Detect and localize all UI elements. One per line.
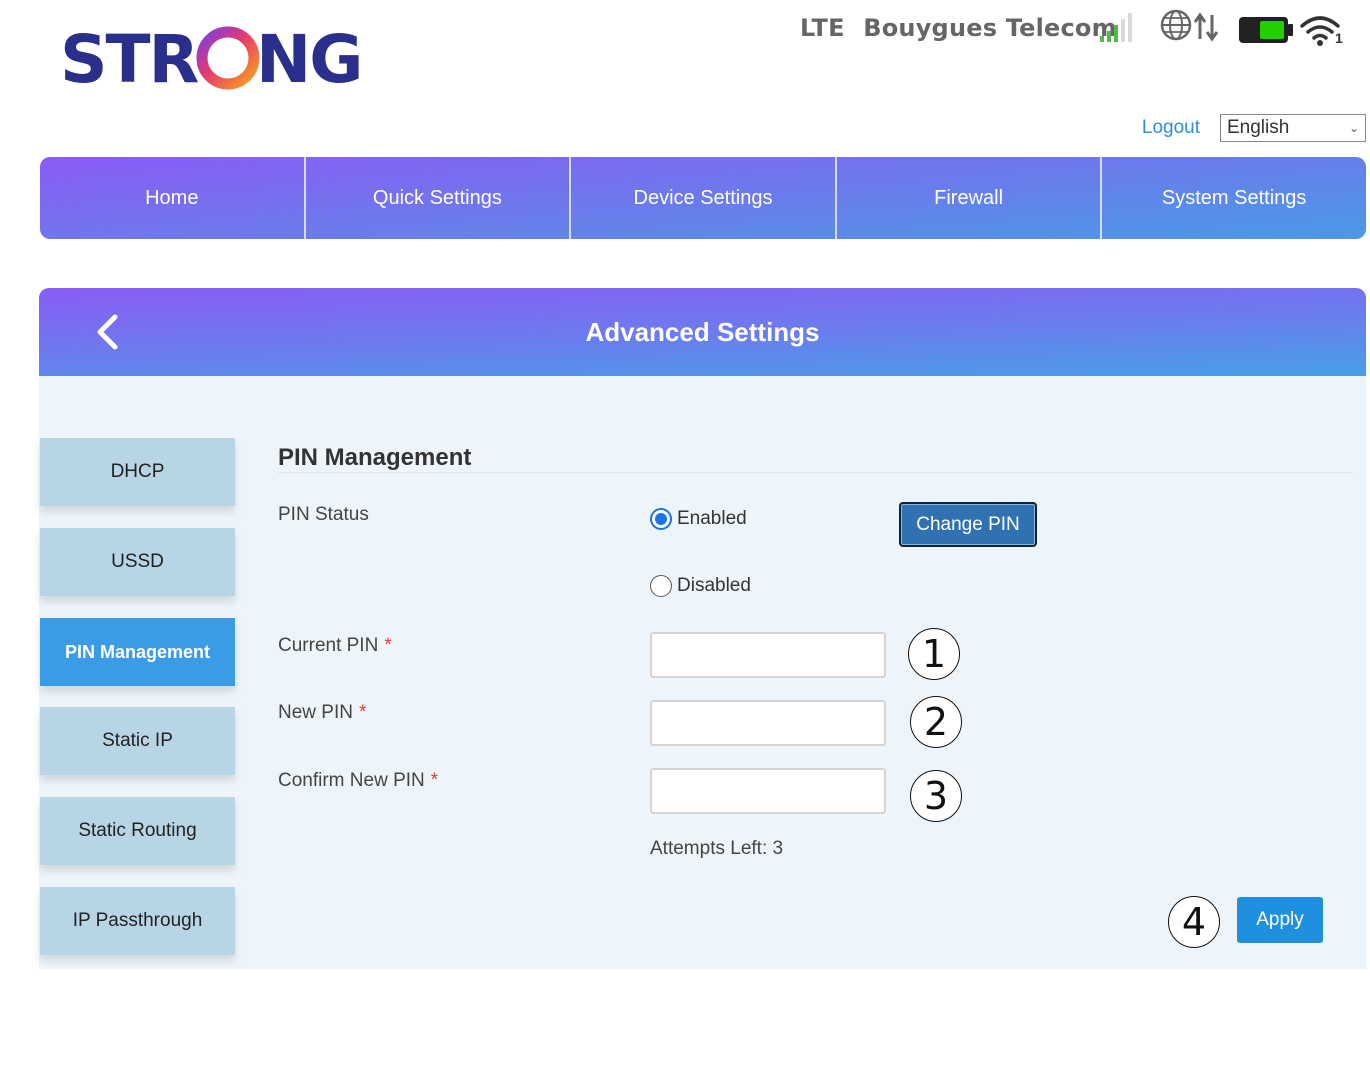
nav-system-settings[interactable]: System Settings xyxy=(1102,157,1366,239)
radio-enabled[interactable]: Enabled xyxy=(650,508,747,530)
radio-disabled[interactable]: Disabled xyxy=(650,575,751,597)
annotation-badge-4: 4 xyxy=(1168,896,1220,948)
current-pin-label-text: Current PIN xyxy=(278,635,379,656)
network-type: LTE xyxy=(800,14,845,42)
radio-disabled-indicator[interactable] xyxy=(650,575,672,597)
radio-enabled-label: Enabled xyxy=(677,508,747,529)
section-divider xyxy=(278,472,1353,473)
sidebar-item-static-routing[interactable]: Static Routing xyxy=(40,797,235,865)
battery-icon xyxy=(1239,17,1293,43)
pin-status-label: PIN Status xyxy=(278,504,369,525)
back-button[interactable] xyxy=(91,312,123,352)
svg-text:STR: STR xyxy=(60,22,199,94)
required-marker: * xyxy=(430,770,439,791)
new-pin-input[interactable] xyxy=(650,700,886,746)
new-pin-label: New PIN * xyxy=(278,702,366,724)
radio-enabled-indicator[interactable] xyxy=(650,508,672,530)
nav-firewall[interactable]: Firewall xyxy=(837,157,1103,239)
section-title: PIN Management xyxy=(278,444,472,471)
top-utility-row: Logout English ⌄ xyxy=(1142,114,1366,142)
panel-header: Advanced Settings xyxy=(39,288,1366,376)
current-pin-input[interactable] xyxy=(650,632,886,678)
confirm-pin-label: Confirm New PIN * xyxy=(278,770,438,792)
panel-title: Advanced Settings xyxy=(585,316,820,347)
sidebar-item-ip-passthrough[interactable]: IP Passthrough xyxy=(40,887,235,955)
logout-link[interactable]: Logout xyxy=(1142,117,1200,139)
strong-logo-graphic: STR NG xyxy=(60,22,363,94)
apply-button[interactable]: Apply xyxy=(1237,897,1323,943)
required-marker: * xyxy=(384,635,392,656)
change-pin-button[interactable]: Change PIN xyxy=(899,502,1037,547)
new-pin-label-text: New PIN xyxy=(278,702,353,723)
svg-text:NG: NG xyxy=(256,22,361,94)
annotation-badge-2: 2 xyxy=(910,696,962,748)
chevron-down-icon: ⌄ xyxy=(1348,121,1359,135)
confirm-pin-input[interactable] xyxy=(650,768,886,814)
globe-data-icon xyxy=(1160,9,1219,42)
sidebar-item-pin-management[interactable]: PIN Management xyxy=(40,618,235,686)
attempts-left: Attempts Left: 3 xyxy=(650,838,784,859)
signal-bars-icon xyxy=(1100,13,1132,42)
wifi-client-count: 1 xyxy=(1335,30,1343,46)
required-marker: * xyxy=(358,702,367,723)
nav-home[interactable]: Home xyxy=(40,157,306,239)
sidebar-item-dhcp[interactable]: DHCP xyxy=(40,438,235,506)
language-select[interactable]: English ⌄ xyxy=(1220,114,1366,142)
carrier-name: Bouygues Telecom xyxy=(863,14,1117,42)
radio-disabled-label: Disabled xyxy=(677,575,751,596)
annotation-badge-1: 1 xyxy=(908,628,960,680)
confirm-pin-label-text: Confirm New PIN xyxy=(278,770,425,791)
chevron-left-icon xyxy=(97,314,118,350)
carrier-info: LTE Bouygues Telecom xyxy=(800,14,1117,42)
nav-quick-settings[interactable]: Quick Settings xyxy=(306,157,572,239)
sidebar-item-ussd[interactable]: USSD xyxy=(40,528,235,596)
current-pin-label: Current PIN * xyxy=(278,635,392,657)
main-nav: Home Quick Settings Device Settings Fire… xyxy=(40,157,1366,239)
language-value: English xyxy=(1227,117,1290,138)
strong-logo: STR NG xyxy=(60,22,380,94)
status-bar: LTE Bouygues Telecom xyxy=(800,8,1117,48)
sidebar-item-static-ip[interactable]: Static IP xyxy=(40,707,235,775)
annotation-badge-3: 3 xyxy=(910,770,962,822)
nav-device-settings[interactable]: Device Settings xyxy=(571,157,837,239)
